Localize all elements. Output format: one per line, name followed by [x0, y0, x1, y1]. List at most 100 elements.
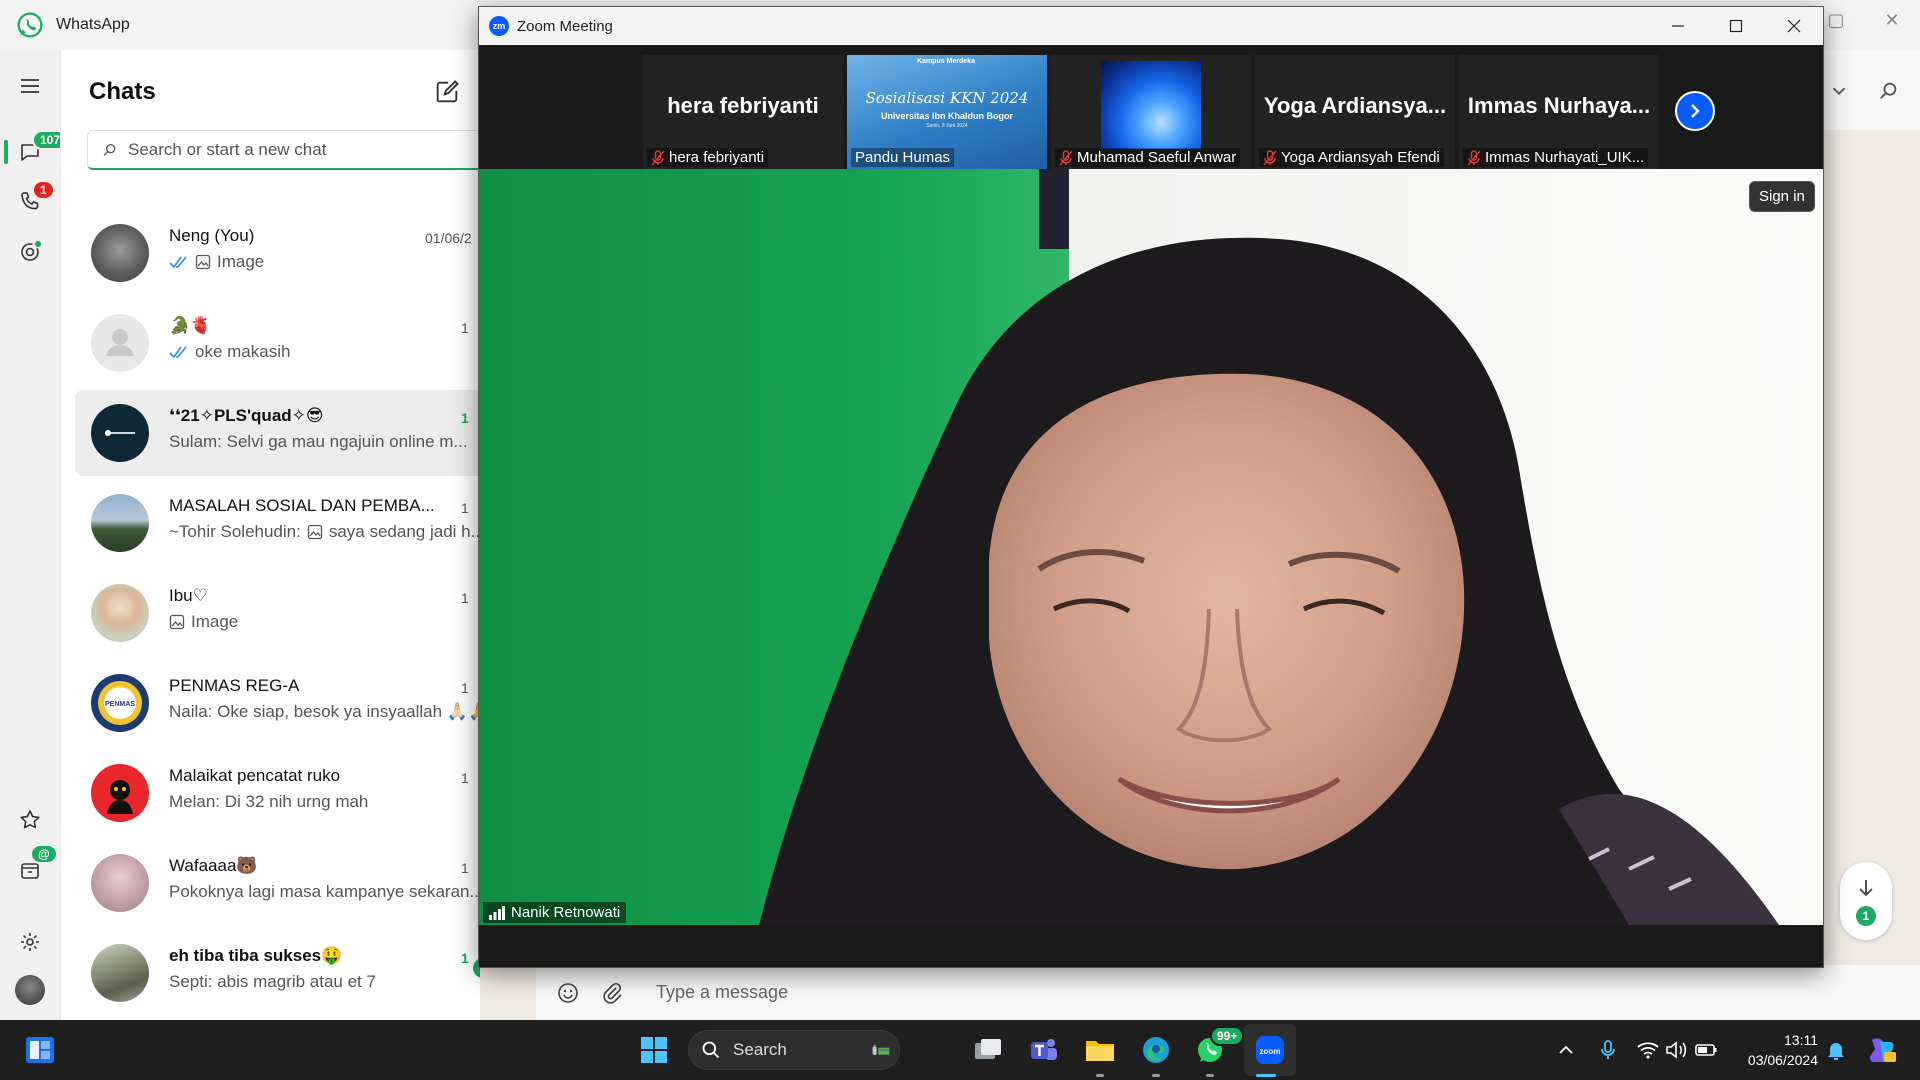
- chat-item[interactable]: Ibu♡ 1 Image: [75, 570, 495, 656]
- wallpaper-bloom-icon: [1101, 61, 1201, 149]
- start-button[interactable]: [634, 1030, 674, 1070]
- notification-bell-icon[interactable]: [1824, 1038, 1848, 1062]
- avatar: [91, 944, 149, 1002]
- participant-label-text: Yoga Ardiansyah Efendi: [1281, 149, 1440, 166]
- hamburger-menu-icon: [21, 79, 39, 93]
- chat-name: Neng (You): [169, 226, 255, 245]
- participant-tile[interactable]: Muhamad Saeful Anwar: [1051, 55, 1251, 169]
- participant-tile[interactable]: Immas Nurhaya... Immas Nurhayati_UIK...: [1459, 55, 1659, 169]
- chevron-up-icon[interactable]: [1554, 1038, 1578, 1062]
- signal-bars-icon: [489, 905, 505, 920]
- active-speaker-name: Nanik Retnowati: [511, 904, 621, 921]
- zoom-minimize-button[interactable]: [1649, 7, 1707, 45]
- rail-settings-button[interactable]: [10, 922, 50, 962]
- participant-tile[interactable]: Yoga Ardiansya... Yoga Ardiansyah Efendi: [1255, 55, 1455, 169]
- chat-time: 1: [461, 590, 469, 606]
- paperclip-icon[interactable]: [600, 981, 624, 1005]
- message-input[interactable]: Type a message: [656, 982, 788, 1003]
- running-indicator: [1096, 1074, 1104, 1077]
- teams-icon: [1031, 1039, 1057, 1060]
- menu-button[interactable]: [10, 66, 50, 106]
- emoji-icon[interactable]: [556, 981, 580, 1005]
- zoom-maximize-button[interactable]: [1707, 7, 1765, 45]
- search-icon: [702, 1041, 720, 1059]
- avatar: [91, 584, 149, 642]
- chat-item[interactable]: eh tiba tiba sukses🤑 1 Septi: abis magri…: [75, 930, 495, 1016]
- chat-item[interactable]: 🐊🫀 1 oke makasih: [75, 300, 495, 386]
- chat-item[interactable]: Wafaaaa🐻 1 Pokoknya lagi masa kampanye s…: [75, 840, 495, 926]
- navigation-rail: 107 1 @: [0, 50, 69, 1020]
- wifi-icon[interactable]: [1636, 1038, 1660, 1062]
- taskbar-search-box[interactable]: Search: [688, 1030, 900, 1070]
- rail-starred-button[interactable]: [10, 800, 50, 840]
- participant-tile-shared-slide[interactable]: Kampus Merdeka Sosialisasi KKN 2024 Univ…: [847, 55, 1047, 169]
- zoom-window-title: Zoom Meeting: [517, 17, 613, 35]
- chat-item-selected[interactable]: ❛❛21✧PLS'quad✧😎 1 Sulam: Selvi ga mau ng…: [75, 390, 495, 476]
- sign-in-button[interactable]: Sign in: [1749, 181, 1815, 212]
- windows-start-icon: [641, 1037, 667, 1063]
- file-explorer-button[interactable]: [1080, 1030, 1120, 1070]
- chat-item[interactable]: MASALAH SOSIAL DAN PEMBA... 1 ~Tohir Sol…: [75, 480, 495, 566]
- chat-name: PENMAS REG-A: [169, 676, 300, 695]
- close-button[interactable]: ✕: [1864, 0, 1920, 40]
- battery-icon[interactable]: [1694, 1038, 1718, 1062]
- status-ring-icon: [21, 241, 41, 261]
- search-icon[interactable]: [1878, 80, 1900, 102]
- zoom-taskbar-button[interactable]: zoom: [1250, 1030, 1290, 1070]
- participant-label: Pandu Humas: [851, 148, 955, 167]
- chat-preview-text: Melan: Di 32 nih urng mah: [169, 792, 369, 811]
- task-view-button[interactable]: [968, 1030, 1008, 1070]
- search-input[interactable]: [128, 139, 468, 160]
- participant-name-large: hera febriyanti: [667, 93, 819, 118]
- image-icon: [307, 524, 322, 540]
- rail-calls-button[interactable]: 1: [10, 180, 55, 222]
- profile-button[interactable]: [10, 970, 50, 1010]
- zoom-toolbar-area: [479, 925, 1823, 967]
- close-icon: [1787, 19, 1801, 33]
- folder-icon: [1086, 1041, 1114, 1061]
- speaker-video-frame: [479, 169, 1823, 925]
- widgets-button[interactable]: [20, 1030, 60, 1070]
- edge-browser-button[interactable]: [1136, 1030, 1176, 1070]
- chat-name: ❛❛21✧PLS'quad✧😎: [169, 406, 324, 425]
- copilot-icon[interactable]: [1866, 1034, 1898, 1066]
- whatsapp-taskbar-button[interactable]: 99+: [1190, 1026, 1245, 1070]
- chat-name: 🐊🫀: [169, 316, 212, 335]
- chat-preview-text: Sulam: Selvi ga mau ngajuin online m...: [169, 432, 468, 451]
- chat-time: 1: [461, 950, 469, 966]
- participant-label: Immas Nurhayati_UIK...: [1463, 148, 1649, 167]
- rail-chats-button[interactable]: 107: [10, 130, 69, 172]
- arrow-down-icon: [1859, 880, 1873, 897]
- chat-preview-text: Naila: Oke siap, besok ya insyaallah 🙏🏻🙏: [169, 702, 490, 721]
- microphone-icon[interactable]: [1596, 1038, 1620, 1062]
- speaker-volume-icon[interactable]: [1664, 1038, 1688, 1062]
- star-icon: [20, 810, 40, 829]
- chat-list-panel: Chats Neng (You) 01/06/2 Image 🐊🫀 1: [60, 50, 495, 1020]
- widgets-icon: [26, 1037, 54, 1063]
- chevron-down-icon[interactable]: [1828, 80, 1850, 102]
- participant-label-text: Muhamad Saeful Anwar: [1077, 149, 1237, 166]
- avatar: [91, 224, 149, 282]
- chat-preview: Pokoknya lagi masa kampanye sekaran...: [169, 882, 484, 902]
- zoom-close-button[interactable]: [1765, 7, 1823, 45]
- chat-item[interactable]: PENMAS PENMAS REG-A 1 Naila: Oke siap, b…: [75, 660, 495, 746]
- chat-item[interactable]: Malaikat pencatat ruko 1 Melan: Di 32 ni…: [75, 750, 495, 836]
- teams-button[interactable]: [1024, 1030, 1064, 1070]
- running-indicator: [1206, 1074, 1214, 1077]
- chat-search-box[interactable]: [87, 130, 487, 170]
- new-chat-icon[interactable]: [433, 78, 461, 106]
- chat-time: 1: [461, 410, 469, 426]
- chat-item[interactable]: Neng (You) 01/06/2 Image: [75, 210, 495, 296]
- rail-status-button[interactable]: [10, 232, 50, 272]
- participant-tile[interactable]: hera febriyanti hera febriyanti: [643, 55, 843, 169]
- chat-name: Malaikat pencatat ruko: [169, 766, 341, 785]
- chat-name: Wafaaaa🐻: [169, 856, 258, 875]
- chat-time: 1: [461, 770, 469, 786]
- compose-bar: Type a message: [536, 965, 1920, 1020]
- chat-time: 1: [461, 500, 469, 516]
- system-clock[interactable]: 13:11 03/06/2024: [1736, 1030, 1818, 1070]
- scroll-to-bottom-button[interactable]: 1: [1840, 862, 1892, 940]
- rail-archive-button[interactable]: @: [10, 844, 58, 890]
- chat-preview-text: ~Tohir Solehudin:: [169, 522, 301, 541]
- next-page-button[interactable]: [1675, 91, 1715, 131]
